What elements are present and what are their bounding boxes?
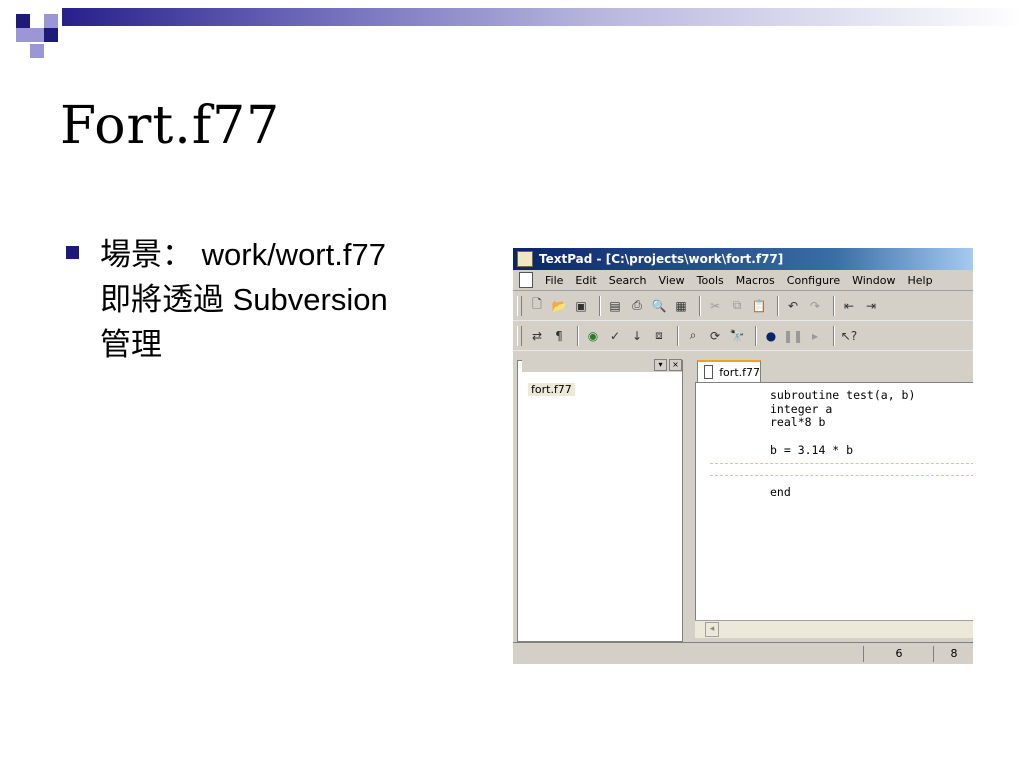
open-icon[interactable]: 📂 — [550, 297, 568, 315]
toolbar-row-1: 🗋 📂 ▣ ▤ ⎙ 🔍 ▦ ✂ ⧉ 📋 ↶ ↷ ⇤ ⇥ — [513, 291, 973, 321]
web-icon[interactable]: ◉ — [584, 327, 602, 345]
panel-dropdown-icon[interactable]: ▾ — [654, 359, 667, 371]
bullet-text: 場景： work/wort.f77 即將透過 Subversion 管理 — [100, 232, 480, 367]
menu-configure[interactable]: Configure — [781, 274, 846, 287]
print-setup-icon[interactable]: ▤ — [606, 297, 624, 315]
status-line-number: 6 — [863, 646, 934, 662]
file-icon — [704, 365, 714, 379]
compare-icon[interactable]: ⧈ — [650, 327, 668, 345]
current-line-marker — [710, 475, 973, 476]
toolbar-separator — [777, 295, 779, 316]
tab-label: fort.f77 — [719, 365, 760, 379]
redo-icon[interactable]: ↷ — [806, 297, 824, 315]
menu-tools[interactable]: Tools — [691, 274, 730, 287]
toolbar-row-2: ⇄ ¶ ◉ ✓ ↓ ⧈ ⌕ ⟳ 🔭 ● ❚❚ ▸ ↖? — [513, 321, 973, 351]
cut-icon[interactable]: ✂ — [706, 297, 724, 315]
spellcheck-icon[interactable]: ✓ — [606, 327, 624, 345]
save-icon[interactable]: ▣ — [572, 297, 590, 315]
textpad-window: TextPad - [C:\projects\work\fort.f77] Fi… — [513, 248, 973, 664]
indent-icon[interactable]: ⇤ — [840, 297, 858, 315]
record-macro-icon[interactable]: ● — [762, 327, 780, 345]
bullet-line-1: 場景： work/wort.f77 — [100, 237, 386, 272]
deco-square-lavender-1 — [44, 14, 58, 28]
editor-pane: fort.f77 subroutine test(a, b) integer a… — [689, 360, 973, 640]
copy-icon[interactable]: ⧉ — [728, 297, 746, 315]
bullet-square — [66, 246, 79, 259]
status-column-number: 8 — [933, 646, 973, 662]
toolbar-separator — [699, 295, 701, 316]
panel-close-icon[interactable]: × — [669, 359, 682, 371]
toolbar-separator — [755, 325, 757, 346]
toolbar-separator — [599, 295, 601, 316]
code-line: real*8 b — [770, 415, 826, 429]
menu-file[interactable]: File — [539, 274, 569, 287]
toolbar-grip[interactable] — [517, 295, 522, 316]
document-selector-panel: ▾ × fort.f77 — [517, 358, 683, 642]
print-preview-icon[interactable]: 🔍 — [650, 297, 668, 315]
menu-bar: File Edit Search View Tools Macros Confi… — [513, 270, 973, 291]
window-title: TextPad - [C:\projects\work\fort.f77] — [539, 252, 784, 266]
menu-window[interactable]: Window — [846, 274, 901, 287]
bullet-line-2: 即將透過 Subversion — [100, 282, 388, 317]
slide-title: Fort.f77 — [60, 96, 281, 156]
status-bar: 6 8 — [513, 642, 973, 664]
menu-help[interactable]: Help — [901, 274, 938, 287]
deco-square-lavender-2 — [30, 28, 44, 42]
slide-header-bar — [62, 8, 1024, 26]
deco-square-navy-1 — [16, 14, 30, 28]
print-icon[interactable]: ⎙ — [628, 297, 646, 315]
word-wrap-icon[interactable]: ⇄ — [528, 327, 546, 345]
textpad-app-icon[interactable] — [517, 251, 533, 267]
paragraph-icon[interactable]: ¶ — [550, 327, 568, 345]
deco-square-lavender-3 — [16, 28, 30, 42]
find-in-files-icon[interactable]: 🔭 — [728, 327, 746, 345]
play-macro-icon[interactable]: ▸ — [806, 327, 824, 345]
code-line: end — [770, 485, 791, 499]
menu-macros[interactable]: Macros — [730, 274, 781, 287]
menu-edit[interactable]: Edit — [569, 274, 602, 287]
code-line: integer a — [770, 401, 833, 416]
toolbar-separator — [677, 325, 679, 346]
toolbar-separator — [833, 295, 835, 316]
menu-search[interactable]: Search — [603, 274, 653, 287]
bullet-line-3: 管理 — [100, 327, 162, 362]
window-titlebar[interactable]: TextPad - [C:\projects\work\fort.f77] — [513, 248, 973, 270]
find-icon[interactable]: ⌕ — [684, 327, 702, 345]
document-list-item[interactable]: fort.f77 — [528, 383, 575, 396]
pause-macro-icon[interactable]: ❚❚ — [783, 327, 803, 345]
paste-icon[interactable]: 📋 — [750, 297, 768, 315]
manage-files-icon[interactable]: ▦ — [672, 297, 690, 315]
help-pointer-icon[interactable]: ↖? — [840, 327, 858, 345]
current-line-marker — [710, 463, 973, 464]
panel-header: ▾ × — [522, 358, 682, 372]
code-editor[interactable]: subroutine test(a, b) integer a real*8 b… — [695, 382, 973, 621]
scroll-left-icon[interactable]: ◂ — [705, 622, 719, 637]
document-icon[interactable] — [519, 272, 533, 288]
deco-square-navy-2 — [44, 28, 58, 42]
undo-icon[interactable]: ↶ — [784, 297, 802, 315]
sort-icon[interactable]: ↓ — [628, 327, 646, 345]
horizontal-scrollbar[interactable]: ◂ — [695, 620, 973, 638]
deco-square-lavender-4 — [30, 44, 44, 58]
menu-view[interactable]: View — [653, 274, 691, 287]
workspace: ▾ × fort.f77 fort.f77 subroutine test(a,… — [513, 356, 973, 644]
tab-fort-f77[interactable]: fort.f77 — [697, 360, 761, 382]
document-tabs: fort.f77 — [689, 360, 973, 382]
toolbar-separator — [833, 325, 835, 346]
new-icon[interactable]: 🗋 — [528, 297, 546, 315]
code-line: b = 3.14 * b — [770, 443, 854, 457]
replace-icon[interactable]: ⟳ — [706, 327, 724, 345]
outdent-icon[interactable]: ⇥ — [862, 297, 880, 315]
toolbar-separator — [577, 325, 579, 346]
toolbar-grip[interactable] — [517, 325, 522, 346]
code-line: subroutine test(a, b) — [770, 388, 916, 402]
